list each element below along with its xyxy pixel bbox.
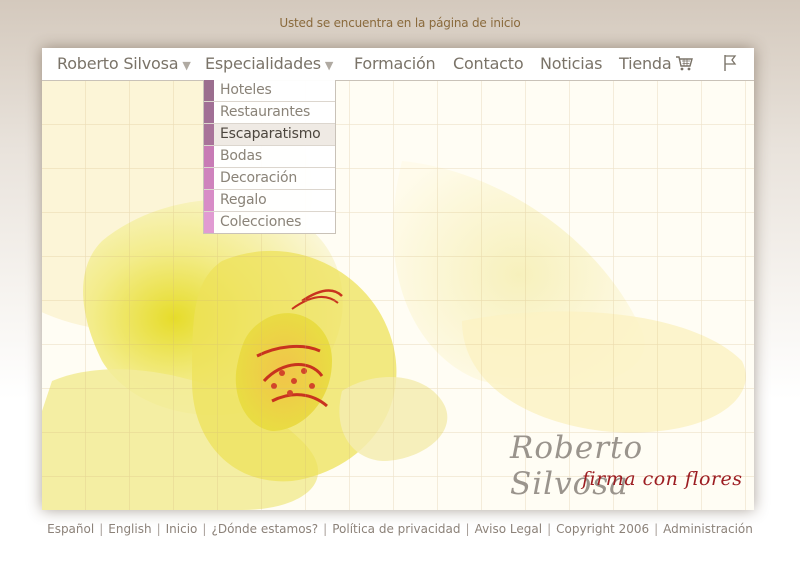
nav-label: Especialidades [205, 54, 321, 73]
submenu-label: Colecciones [220, 214, 302, 230]
nav-noticias[interactable]: Noticias [540, 54, 602, 73]
cart-icon [675, 55, 694, 75]
brand-name: Roberto Silvosa [510, 430, 644, 502]
nav-roberto-silvosa[interactable]: Roberto Silvosa ▼ [57, 54, 191, 73]
chevron-down-icon: ▼ [324, 59, 334, 72]
footer-link-english[interactable]: English [103, 522, 156, 536]
separator: | [465, 522, 470, 536]
footer-link-copyright[interactable]: Copyright 2006 [551, 522, 654, 536]
footer-link-privacidad[interactable]: Política de privacidad [327, 522, 465, 536]
submenu-item-regalo[interactable]: Regalo [204, 190, 335, 212]
especialidades-submenu: Hoteles Restaurantes Escaparatismo Bodas… [203, 80, 336, 234]
nav-label: Noticias [540, 54, 603, 73]
submenu-item-decoracion[interactable]: Decoración [204, 168, 335, 190]
nav-label: Formación [354, 54, 436, 73]
color-swatch [204, 80, 214, 101]
color-swatch [204, 168, 214, 189]
submenu-item-colecciones[interactable]: Colecciones [204, 212, 335, 233]
main-nav: Roberto Silvosa ▼ Especialidades ▼ Formaci… [42, 48, 754, 81]
nav-especialidades[interactable]: Especialidades ▼ [205, 54, 333, 73]
submenu-item-bodas[interactable]: Bodas [204, 146, 335, 168]
footer-link-aviso-legal[interactable]: Aviso Legal [470, 522, 548, 536]
submenu-label: Decoración [220, 170, 298, 186]
flag-icon[interactable] [722, 54, 738, 76]
submenu-label: Hoteles [220, 82, 272, 98]
footer-links: Español | English | Inicio | ¿Dónde estamos? | P… [0, 522, 800, 536]
nav-contacto[interactable]: Contacto [453, 54, 524, 73]
nav-label: Tienda [619, 54, 672, 73]
main-frame: Roberto Silvosa ▼ Especialidades ▼ Formaci… [42, 48, 754, 510]
submenu-label: Escaparatismo [220, 126, 321, 142]
submenu-item-hoteles[interactable]: Hoteles [204, 80, 335, 102]
nav-label: Roberto Silvosa [57, 54, 179, 73]
brand-tagline: firma con flores [582, 468, 743, 490]
chevron-down-icon: ▼ [182, 59, 191, 72]
submenu-item-escaparatismo[interactable]: Escaparatismo [204, 124, 335, 146]
color-swatch [204, 102, 214, 123]
submenu-label: Restaurantes [220, 104, 311, 120]
footer-link-donde-estamos[interactable]: ¿Dónde estamos? [206, 522, 323, 536]
breadcrumb: Usted se encuentra en la página de inici… [279, 16, 521, 30]
color-swatch [204, 212, 214, 233]
footer-link-administracion[interactable]: Administración [658, 522, 758, 536]
footer-link-espanol[interactable]: Español [42, 522, 99, 536]
nav-label: Contacto [453, 54, 524, 73]
color-swatch [204, 124, 214, 145]
nav-tienda[interactable]: Tienda [619, 54, 694, 75]
submenu-label: Bodas [220, 148, 262, 164]
submenu-label: Regalo [220, 192, 267, 208]
color-swatch [204, 146, 214, 167]
submenu-item-restaurantes[interactable]: Restaurantes [204, 102, 335, 124]
nav-formacion[interactable]: Formación [354, 54, 436, 73]
color-swatch [204, 190, 214, 211]
footer-link-inicio[interactable]: Inicio [161, 522, 203, 536]
